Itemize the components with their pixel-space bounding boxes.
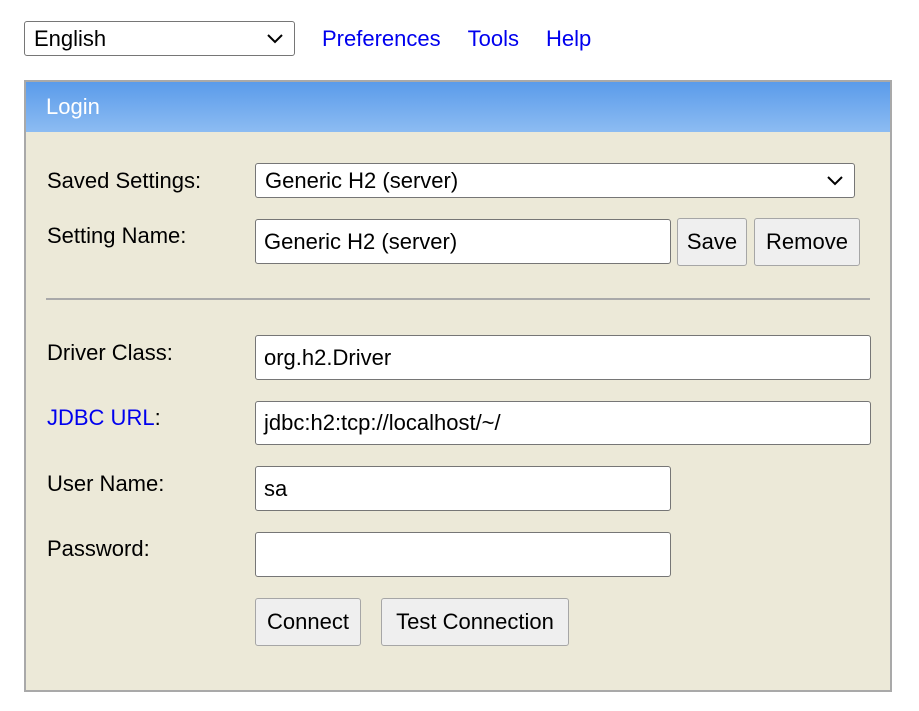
driver-class-input[interactable]: org.h2.Driver (255, 335, 871, 380)
language-select[interactable]: English (24, 21, 295, 56)
save-button[interactable]: Save (677, 218, 747, 266)
jdbc-url-label: JDBC URL: (47, 405, 161, 431)
user-name-value: sa (264, 475, 288, 501)
setting-name-value: Generic H2 (server) (264, 228, 458, 254)
jdbc-url-input[interactable]: jdbc:h2:tcp://localhost/~/ (255, 401, 871, 445)
remove-button[interactable]: Remove (754, 218, 860, 266)
chevron-down-icon (267, 33, 283, 43)
remove-button-label: Remove (766, 229, 848, 254)
driver-class-value: org.h2.Driver (264, 344, 392, 370)
jdbc-url-value: jdbc:h2:tcp://localhost/~/ (264, 410, 501, 435)
help-link[interactable]: Help (546, 26, 591, 52)
divider (46, 298, 870, 300)
login-title: Login (46, 94, 100, 119)
user-name-label: User Name: (47, 471, 165, 496)
saved-settings-select[interactable]: Generic H2 (server) (255, 163, 855, 198)
jdbc-url-label-suffix: : (154, 405, 161, 430)
login-panel-header: Login (26, 82, 890, 132)
setting-name-input[interactable]: Generic H2 (server) (255, 219, 671, 264)
password-label: Password: (47, 536, 150, 561)
setting-name-label: Setting Name: (47, 223, 187, 248)
password-input[interactable] (255, 532, 671, 577)
driver-class-label: Driver Class: (47, 340, 173, 365)
test-connection-button-label: Test Connection (396, 609, 554, 634)
saved-settings-value: Generic H2 (server) (265, 167, 459, 193)
saved-settings-label: Saved Settings: (47, 168, 202, 193)
connect-button[interactable]: Connect (255, 598, 361, 646)
test-connection-button[interactable]: Test Connection (381, 598, 569, 646)
language-select-value: English (34, 25, 107, 51)
connect-button-label: Connect (267, 609, 349, 634)
top-nav: English Preferences Tools Help (24, 21, 591, 56)
jdbc-url-help-link[interactable]: JDBC URL (47, 405, 155, 430)
user-name-input[interactable]: sa (255, 466, 671, 511)
tools-link[interactable]: Tools (468, 26, 519, 52)
preferences-link[interactable]: Preferences (322, 26, 441, 52)
login-panel: Login Saved Settings: Generic H2 (server… (24, 80, 892, 692)
save-button-label: Save (686, 229, 738, 254)
chevron-down-icon (827, 175, 843, 185)
